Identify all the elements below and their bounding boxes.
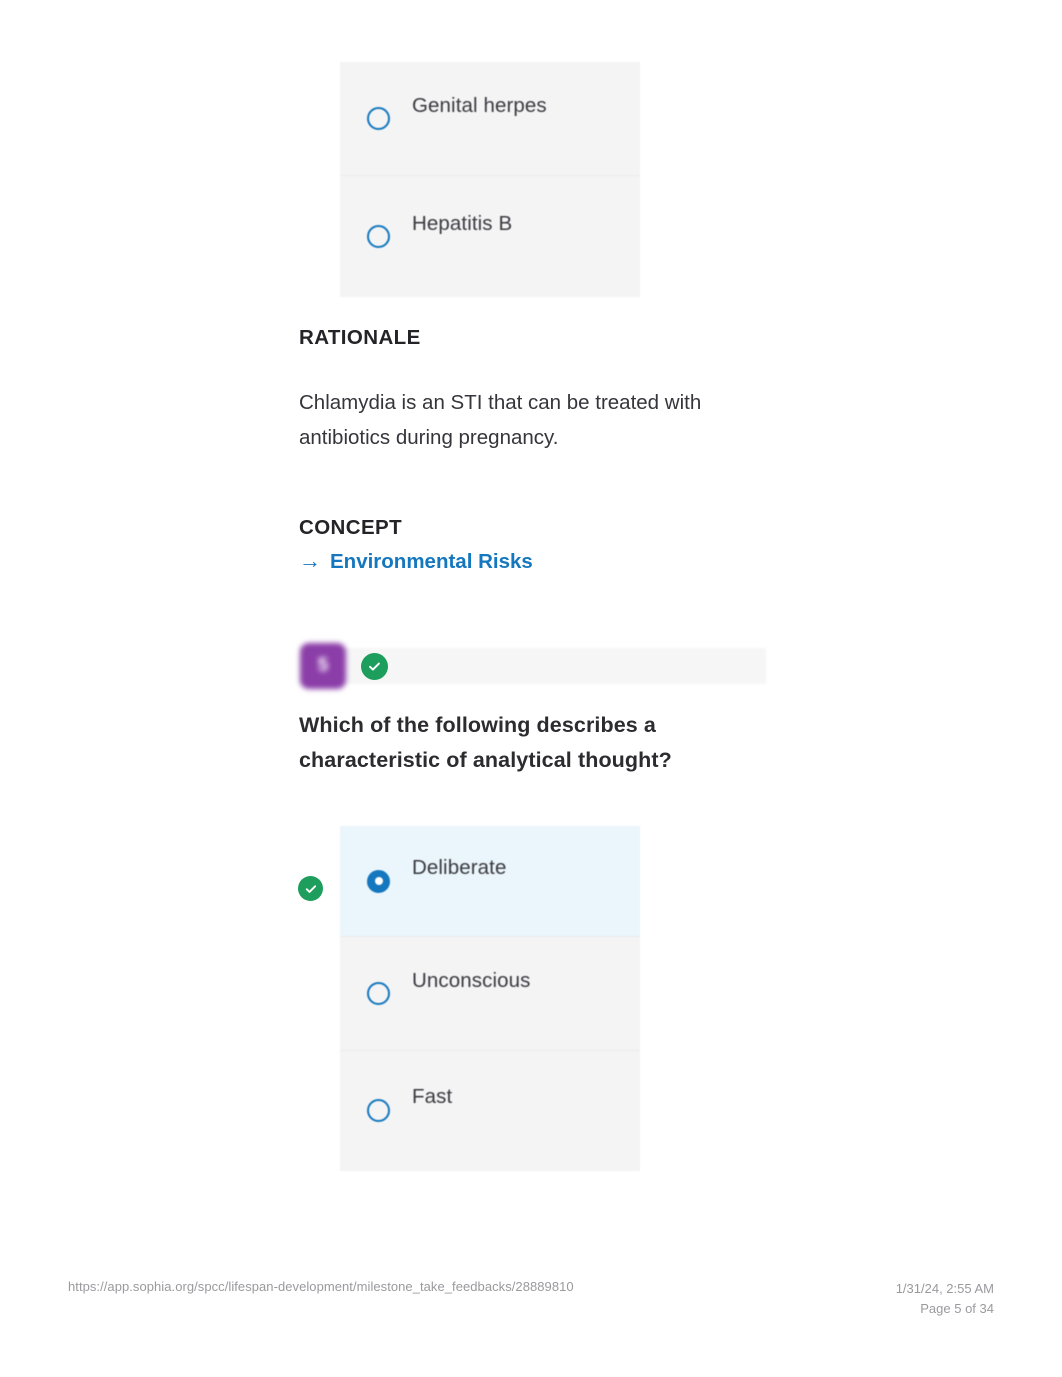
footer-page-number: Page 5 of 34: [920, 1301, 994, 1316]
check-icon: [305, 884, 316, 893]
question-number-badge: 5: [300, 643, 346, 689]
pdf-page: Genital herpes Hepatitis B RATIONALE Chl…: [0, 0, 1062, 1377]
check-icon: [369, 662, 380, 671]
concept-link-label: Environmental Risks: [330, 550, 533, 573]
footer-url: https://app.sophia.org/spcc/lifespan-dev…: [68, 1279, 574, 1294]
radio-button-unselected[interactable]: [367, 982, 390, 1005]
question-title: Which of the following describes a chara…: [299, 713, 672, 772]
footer-meta: 1/31/24, 2:55 AM Page 5 of 34: [896, 1279, 994, 1319]
radio-button-unselected[interactable]: [367, 1098, 390, 1122]
previous-question-options-card: Genital herpes Hepatitis B: [340, 62, 640, 297]
option-label: Hepatitis B: [412, 211, 513, 235]
arrow-right-icon: →: [299, 548, 321, 573]
rationale-text: Chlamydia is an STI that can be treated …: [299, 391, 702, 449]
option-row[interactable]: Hepatitis B: [340, 175, 640, 297]
option-label: Deliberate: [412, 856, 507, 879]
question-status-badge: [361, 653, 388, 680]
radio-button-selected[interactable]: [367, 869, 390, 893]
option-row[interactable]: Unconscious: [340, 936, 640, 1050]
question-number-label: 5: [317, 655, 329, 676]
question-5-options-card: Deliberate Unconscious Fast: [340, 826, 640, 1171]
concept-heading: CONCEPT: [299, 516, 403, 539]
option-label: Unconscious: [412, 968, 531, 992]
option-row[interactable]: Fast: [340, 1050, 640, 1169]
option-row[interactable]: Genital herpes: [340, 62, 640, 175]
correct-answer-indicator: [298, 876, 323, 901]
footer-timestamp: 1/31/24, 2:55 AM: [895, 1281, 994, 1296]
option-row-selected[interactable]: Deliberate: [340, 826, 640, 936]
radio-button-unselected[interactable]: [367, 225, 390, 248]
option-label: Genital herpes: [412, 93, 547, 117]
radio-button-unselected[interactable]: [367, 107, 390, 130]
option-label: Fast: [412, 1085, 453, 1108]
rationale-heading: RATIONALE: [299, 326, 421, 349]
concept-link[interactable]: → Environmental Risks: [299, 550, 533, 574]
